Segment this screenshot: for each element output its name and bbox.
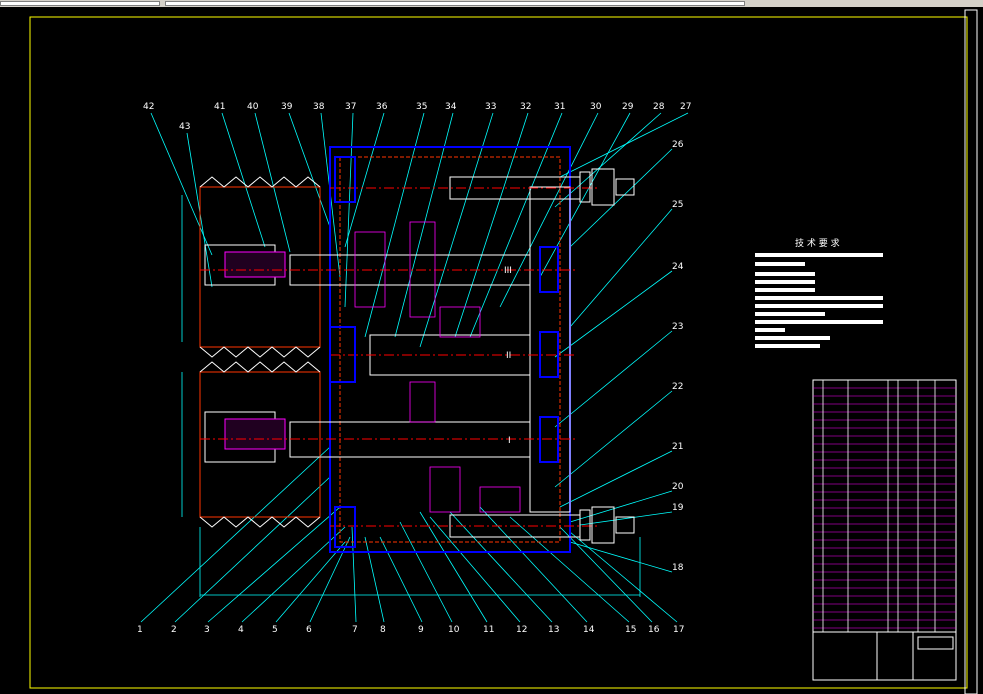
balloon-label: 36	[376, 102, 388, 112]
shaft-label: I	[508, 436, 511, 446]
balloon-label: 18	[672, 563, 684, 573]
balloon-label: 29	[622, 102, 634, 112]
balloon-label: 15	[625, 625, 636, 635]
leader-lines	[140, 112, 689, 623]
upper-pulley	[199, 176, 321, 358]
balloon-label: 34	[445, 102, 457, 112]
balloon-label: 13	[548, 625, 559, 635]
balloon-label: 39	[281, 102, 293, 112]
balloon-label: 43	[179, 122, 190, 132]
balloon-label: 5	[272, 625, 278, 635]
balloon-label: 24	[672, 262, 684, 272]
balloon-label: 33	[485, 102, 496, 112]
balloon-label: 19	[672, 503, 684, 513]
balloon-label: 9	[418, 625, 424, 635]
balloon-label: 30	[590, 102, 602, 112]
balloon-label: 31	[554, 102, 565, 112]
balloon-label: 27	[680, 102, 691, 112]
shaft-label: II	[506, 351, 511, 361]
balloon-label: 14	[583, 625, 595, 635]
balloon-label: 12	[516, 625, 527, 635]
shaft-label: III	[504, 266, 512, 276]
balloon-label: 38	[313, 102, 325, 112]
balloon-label: 28	[653, 102, 665, 112]
technical-requirements: 技 术 要 求	[755, 237, 883, 348]
balloon-label: 2	[171, 625, 177, 635]
balloon-label: 3	[204, 625, 210, 635]
balloon-label: 8	[380, 625, 386, 635]
balloon-label: 20	[672, 482, 684, 492]
tech-req-title: 技 术 要 求	[795, 237, 840, 249]
toolbar-segment	[0, 1, 160, 6]
shaft-labels: IIIIII	[504, 266, 512, 446]
cad-drawing-canvas[interactable]: IIIIII 424341 40 39 38 37 36 35 34 33 32 31 30 29 28 2…	[0, 7, 983, 694]
window-title-strip	[0, 0, 983, 7]
balloon-label: 23	[672, 322, 683, 332]
balloon-label: 11	[483, 625, 494, 635]
balloon-label: 6	[306, 625, 312, 635]
balloon-label: 17	[673, 625, 684, 635]
tech-req-lines	[755, 253, 883, 348]
balloon-label: 1	[137, 625, 143, 635]
toolbar-segment	[165, 1, 745, 6]
balloon-label: 16	[648, 625, 660, 635]
parts-list-table	[812, 379, 957, 681]
gearbox-assembly	[181, 146, 641, 597]
balloon-label: 7	[352, 625, 358, 635]
balloon-label: 42	[143, 102, 154, 112]
drawing-border	[29, 16, 968, 689]
balloon-label: 10	[448, 625, 460, 635]
balloon-label: 26	[672, 140, 684, 150]
lower-pulley	[199, 361, 321, 528]
balloon-label: 32	[520, 102, 531, 112]
balloon-label: 40	[247, 102, 259, 112]
balloon-label: 4	[238, 625, 244, 635]
balloon-label: 21	[672, 442, 683, 452]
balloon-label: 35	[416, 102, 427, 112]
balloon-label: 22	[672, 382, 683, 392]
balloon-label: 41	[214, 102, 225, 112]
balloon-label: 25	[672, 200, 683, 210]
balloon-label: 37	[345, 102, 356, 112]
